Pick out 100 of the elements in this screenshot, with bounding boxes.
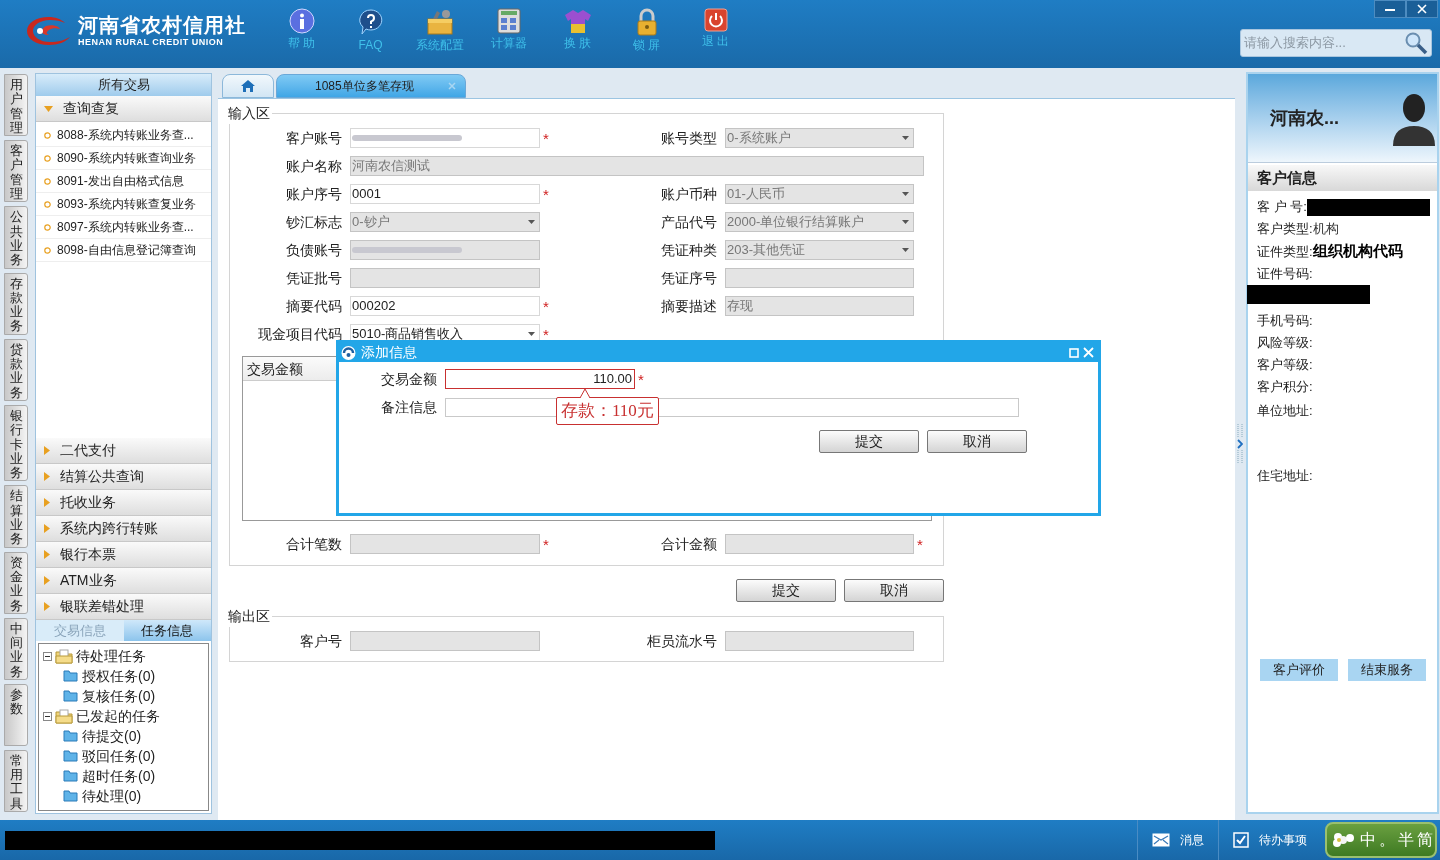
form-button[interactable]: 取消 bbox=[844, 579, 944, 602]
input-field[interactable]: 河南农信测试 bbox=[350, 156, 924, 176]
input-field[interactable] bbox=[350, 631, 540, 651]
nav-group[interactable]: 托收业务 bbox=[36, 490, 211, 516]
info-label: 客户积分: bbox=[1257, 377, 1313, 396]
circle-icon bbox=[44, 131, 51, 139]
tree-node[interactable]: 待处理任务 bbox=[76, 645, 146, 667]
close-icon[interactable] bbox=[447, 82, 456, 90]
side-tab[interactable]: 客户管理 bbox=[4, 140, 28, 203]
nav-group[interactable]: 查询查复 bbox=[36, 96, 211, 122]
side-tab[interactable]: 常用工具 bbox=[4, 749, 28, 812]
tree-node[interactable]: 复核任务(0) bbox=[82, 685, 156, 707]
caret-down-icon bbox=[44, 105, 53, 112]
side-tab[interactable]: 中间业务 bbox=[4, 617, 28, 680]
nav-item[interactable]: 8091-发出自由格式信息 bbox=[36, 170, 211, 193]
circle-icon bbox=[44, 200, 51, 208]
minimize-button[interactable] bbox=[1374, 0, 1406, 18]
folder-icon bbox=[55, 648, 73, 664]
nav-item[interactable]: 8098-自由信息登记簿查询 bbox=[36, 239, 211, 262]
status-item[interactable]: 消息 bbox=[1137, 820, 1218, 860]
nav-group[interactable]: 系统内跨行转账 bbox=[36, 516, 211, 542]
field-label: 柜员流水号 bbox=[646, 631, 718, 651]
field-label: 账户币种 bbox=[660, 184, 718, 204]
nav-item[interactable]: 8093-系统内转账查复业务 bbox=[36, 193, 211, 216]
expand-handle-icon[interactable] bbox=[1237, 424, 1243, 464]
info-label: 风险等级: bbox=[1257, 333, 1313, 352]
input-field[interactable] bbox=[725, 534, 914, 554]
folder-icon bbox=[63, 730, 78, 742]
tree-node[interactable]: 已发起的任务 bbox=[76, 705, 160, 727]
dropdown[interactable]: 0-系统账户 bbox=[725, 128, 914, 148]
caret-down-icon bbox=[528, 332, 535, 336]
field-label: 备注信息 bbox=[380, 397, 438, 417]
help-icon bbox=[356, 8, 385, 36]
dialog-button[interactable]: 取消 bbox=[927, 430, 1027, 453]
side-tab[interactable]: 银行卡业务 bbox=[4, 404, 28, 482]
dialog-button[interactable]: 提交 bbox=[819, 430, 919, 453]
input-field[interactable] bbox=[350, 268, 540, 288]
collapse-icon[interactable] bbox=[43, 711, 52, 721]
dropdown[interactable]: 2000-单位银行结算账户 bbox=[725, 212, 914, 232]
nav-group[interactable]: 银行本票 bbox=[36, 542, 211, 568]
page-tab[interactable]: 1085单位多笔存现 bbox=[276, 74, 466, 98]
folder-icon bbox=[63, 690, 78, 702]
side-tab[interactable]: 用户管理 bbox=[4, 74, 28, 137]
side-tab[interactable]: 参数 bbox=[4, 684, 28, 746]
status-item[interactable]: 待办事项 bbox=[1218, 820, 1321, 860]
home-icon bbox=[240, 79, 256, 93]
nav-group[interactable]: 二代支付 bbox=[36, 438, 211, 464]
ime-label: 半 bbox=[1398, 829, 1414, 851]
input-field[interactable]: 110.00 bbox=[445, 369, 635, 389]
input-field[interactable]: 0001 bbox=[350, 184, 540, 204]
form-button[interactable]: 提交 bbox=[736, 579, 836, 602]
input-field[interactable] bbox=[725, 268, 914, 288]
tree-node[interactable]: 驳回任务(0) bbox=[82, 745, 156, 767]
circle-icon bbox=[44, 177, 51, 185]
tree-node[interactable]: 待处理(0) bbox=[82, 785, 142, 807]
panel-button[interactable]: 客户评价 bbox=[1259, 659, 1338, 681]
ime-toolbar[interactable]: 中 。 半 简 bbox=[1325, 822, 1437, 858]
info-label: 证件类型: bbox=[1257, 242, 1313, 261]
side-tab[interactable]: 公共业务 bbox=[4, 206, 28, 269]
nav-group[interactable]: ATM业务 bbox=[36, 568, 211, 594]
circle-icon bbox=[44, 223, 51, 231]
panel-tab[interactable]: 任务信息 bbox=[123, 620, 211, 641]
caret-down-icon bbox=[902, 248, 909, 252]
search-icon[interactable] bbox=[1404, 31, 1428, 55]
input-field[interactable] bbox=[350, 240, 540, 260]
tree-node[interactable]: 超时任务(0) bbox=[82, 765, 156, 787]
input-field[interactable] bbox=[725, 631, 914, 651]
search-field[interactable]: 请输入搜索内容... bbox=[1240, 29, 1432, 57]
maximize-icon[interactable] bbox=[1069, 347, 1079, 358]
nav-group[interactable]: 结算公共查询 bbox=[36, 464, 211, 490]
section-title: 输出区 bbox=[228, 607, 271, 626]
dropdown[interactable]: 01-人民币 bbox=[725, 184, 914, 204]
circle-icon bbox=[44, 246, 51, 254]
nav-item[interactable]: 8090-系统内转账查询业务 bbox=[36, 147, 211, 170]
side-tab[interactable]: 结算业务 bbox=[4, 485, 28, 548]
caret-right-icon bbox=[44, 550, 50, 559]
nav-group[interactable]: 银联差错处理 bbox=[36, 594, 211, 620]
close-icon bbox=[1417, 4, 1427, 14]
dropdown[interactable]: 203-其他凭证 bbox=[725, 240, 914, 260]
input-field[interactable] bbox=[350, 534, 540, 554]
field-label: 账号类型 bbox=[660, 128, 718, 148]
input-field[interactable]: 存现 bbox=[725, 296, 914, 316]
nav-item[interactable]: 8097-系统内转账业务查... bbox=[36, 216, 211, 239]
close-button[interactable] bbox=[1406, 0, 1438, 18]
input-field[interactable] bbox=[350, 128, 540, 148]
search-input[interactable]: 请输入搜索内容... bbox=[1244, 33, 1404, 53]
tree-node[interactable]: 授权任务(0) bbox=[82, 665, 156, 687]
panel-button[interactable]: 结束服务 bbox=[1347, 659, 1426, 681]
nav-item[interactable]: 8088-系统内转账业务查... bbox=[36, 124, 211, 147]
tooltip-pointer bbox=[580, 388, 590, 398]
field-label: 合计笔数 bbox=[285, 534, 343, 554]
side-tab[interactable]: 贷款业务 bbox=[4, 338, 28, 401]
collapse-icon[interactable] bbox=[43, 651, 52, 661]
tree-node[interactable]: 待提交(0) bbox=[82, 725, 142, 747]
input-field[interactable]: 000202 bbox=[350, 296, 540, 316]
panel-title: 所有交易 bbox=[36, 74, 211, 96]
side-tab[interactable]: 存款业务 bbox=[4, 272, 28, 335]
side-tab[interactable]: 资金业务 bbox=[4, 551, 28, 614]
dropdown[interactable]: 0-钞户 bbox=[350, 212, 540, 232]
home-tab[interactable] bbox=[222, 74, 274, 98]
